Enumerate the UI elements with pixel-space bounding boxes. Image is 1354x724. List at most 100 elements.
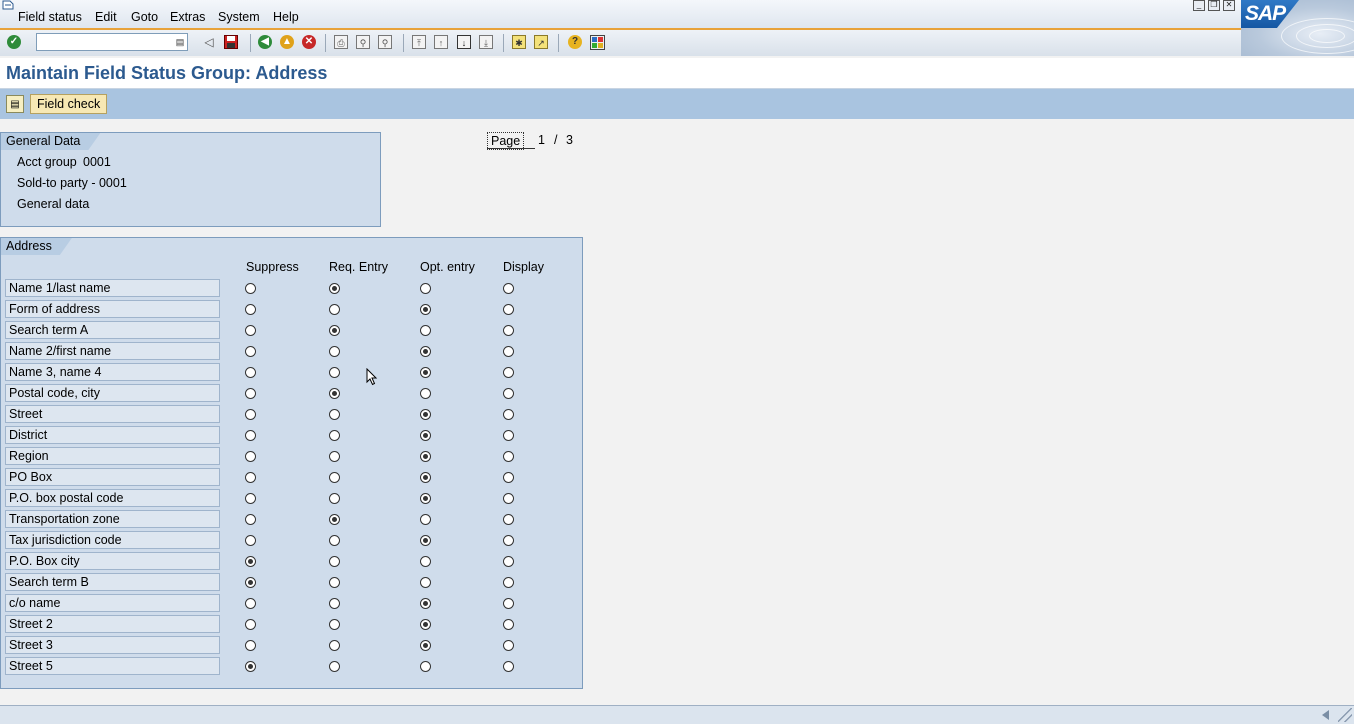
radio-suppress[interactable] bbox=[245, 556, 256, 567]
print-icon[interactable]: ⎙ bbox=[333, 34, 349, 50]
radio-req-entry[interactable] bbox=[329, 535, 340, 546]
radio-req-entry[interactable] bbox=[329, 430, 340, 441]
radio-suppress[interactable] bbox=[245, 304, 256, 315]
radio-req-entry[interactable] bbox=[329, 661, 340, 672]
menu-help[interactable]: Help bbox=[273, 10, 299, 24]
radio-opt-entry[interactable] bbox=[420, 430, 431, 441]
radio-req-entry[interactable] bbox=[329, 577, 340, 588]
radio-opt-entry[interactable] bbox=[420, 598, 431, 609]
radio-opt-entry[interactable] bbox=[420, 640, 431, 651]
status-expand-icon[interactable] bbox=[1322, 710, 1329, 720]
radio-opt-entry[interactable] bbox=[420, 577, 431, 588]
command-input[interactable] bbox=[39, 35, 173, 51]
radio-suppress[interactable] bbox=[245, 472, 256, 483]
radio-suppress[interactable] bbox=[245, 283, 256, 294]
menu-goto[interactable]: Goto bbox=[131, 10, 158, 24]
radio-display[interactable] bbox=[503, 535, 514, 546]
radio-req-entry[interactable] bbox=[329, 367, 340, 378]
minimize-icon[interactable]: _ bbox=[1193, 0, 1205, 11]
radio-req-entry[interactable] bbox=[329, 493, 340, 504]
radio-opt-entry[interactable] bbox=[420, 619, 431, 630]
radio-opt-entry[interactable] bbox=[420, 493, 431, 504]
radio-opt-entry[interactable] bbox=[420, 325, 431, 336]
command-history-icon[interactable]: ▤ bbox=[175, 36, 185, 48]
command-collapse-icon[interactable]: ◁ bbox=[201, 34, 217, 50]
radio-display[interactable] bbox=[503, 283, 514, 294]
customize-layout-icon[interactable] bbox=[589, 34, 605, 50]
radio-display[interactable] bbox=[503, 325, 514, 336]
radio-opt-entry[interactable] bbox=[420, 472, 431, 483]
radio-suppress[interactable] bbox=[245, 325, 256, 336]
radio-req-entry[interactable] bbox=[329, 451, 340, 462]
radio-display[interactable] bbox=[503, 472, 514, 483]
radio-opt-entry[interactable] bbox=[420, 514, 431, 525]
create-session-icon[interactable]: ✱ bbox=[511, 34, 527, 50]
close-window-icon[interactable]: ✕ bbox=[1223, 0, 1235, 11]
radio-display[interactable] bbox=[503, 598, 514, 609]
radio-display[interactable] bbox=[503, 367, 514, 378]
radio-req-entry[interactable] bbox=[329, 640, 340, 651]
resize-grip-icon[interactable] bbox=[1338, 708, 1352, 722]
create-shortcut-icon[interactable]: ↗ bbox=[533, 34, 549, 50]
help-icon[interactable]: ? bbox=[567, 34, 583, 50]
radio-suppress[interactable] bbox=[245, 598, 256, 609]
save-icon[interactable] bbox=[223, 34, 239, 50]
radio-suppress[interactable] bbox=[245, 430, 256, 441]
exit-icon[interactable]: ▲ bbox=[279, 34, 295, 50]
radio-req-entry[interactable] bbox=[329, 409, 340, 420]
radio-opt-entry[interactable] bbox=[420, 451, 431, 462]
radio-req-entry[interactable] bbox=[329, 283, 340, 294]
radio-req-entry[interactable] bbox=[329, 388, 340, 399]
radio-display[interactable] bbox=[503, 619, 514, 630]
radio-suppress[interactable] bbox=[245, 640, 256, 651]
radio-display[interactable] bbox=[503, 346, 514, 357]
radio-suppress[interactable] bbox=[245, 367, 256, 378]
radio-req-entry[interactable] bbox=[329, 556, 340, 567]
radio-display[interactable] bbox=[503, 640, 514, 651]
enter-icon[interactable]: ✓ bbox=[6, 34, 22, 50]
radio-suppress[interactable] bbox=[245, 619, 256, 630]
previous-page-icon[interactable]: ↑ bbox=[433, 34, 449, 50]
radio-req-entry[interactable] bbox=[329, 619, 340, 630]
menu-extras[interactable]: Extras bbox=[170, 10, 205, 24]
menu-edit[interactable]: Edit bbox=[95, 10, 117, 24]
radio-display[interactable] bbox=[503, 556, 514, 567]
radio-opt-entry[interactable] bbox=[420, 346, 431, 357]
radio-suppress[interactable] bbox=[245, 577, 256, 588]
other-group-icon[interactable]: ▤ bbox=[6, 95, 24, 113]
radio-opt-entry[interactable] bbox=[420, 388, 431, 399]
first-page-icon[interactable]: ⤒ bbox=[411, 34, 427, 50]
find-icon[interactable]: ⚲ bbox=[355, 34, 371, 50]
last-page-icon[interactable]: ⤓ bbox=[478, 34, 494, 50]
find-next-icon[interactable]: ⚲ bbox=[377, 34, 393, 50]
radio-req-entry[interactable] bbox=[329, 325, 340, 336]
radio-display[interactable] bbox=[503, 409, 514, 420]
radio-suppress[interactable] bbox=[245, 409, 256, 420]
radio-display[interactable] bbox=[503, 493, 514, 504]
command-field[interactable]: ▤ bbox=[36, 33, 188, 51]
radio-display[interactable] bbox=[503, 304, 514, 315]
radio-suppress[interactable] bbox=[245, 388, 256, 399]
next-page-icon[interactable]: ↓ bbox=[456, 34, 472, 50]
radio-display[interactable] bbox=[503, 430, 514, 441]
radio-display[interactable] bbox=[503, 661, 514, 672]
radio-opt-entry[interactable] bbox=[420, 283, 431, 294]
restore-icon[interactable]: ❐ bbox=[1208, 0, 1220, 11]
radio-display[interactable] bbox=[503, 577, 514, 588]
radio-req-entry[interactable] bbox=[329, 304, 340, 315]
radio-suppress[interactable] bbox=[245, 493, 256, 504]
radio-suppress[interactable] bbox=[245, 514, 256, 525]
back-icon[interactable]: ◀ bbox=[257, 34, 273, 50]
radio-suppress[interactable] bbox=[245, 661, 256, 672]
cancel-icon[interactable]: ✕ bbox=[301, 34, 317, 50]
radio-req-entry[interactable] bbox=[329, 346, 340, 357]
radio-opt-entry[interactable] bbox=[420, 556, 431, 567]
radio-opt-entry[interactable] bbox=[420, 661, 431, 672]
menu-field-status[interactable]: Field status bbox=[18, 10, 82, 24]
radio-opt-entry[interactable] bbox=[420, 535, 431, 546]
menu-system[interactable]: System bbox=[218, 10, 260, 24]
radio-req-entry[interactable] bbox=[329, 598, 340, 609]
radio-display[interactable] bbox=[503, 388, 514, 399]
radio-opt-entry[interactable] bbox=[420, 367, 431, 378]
radio-suppress[interactable] bbox=[245, 535, 256, 546]
